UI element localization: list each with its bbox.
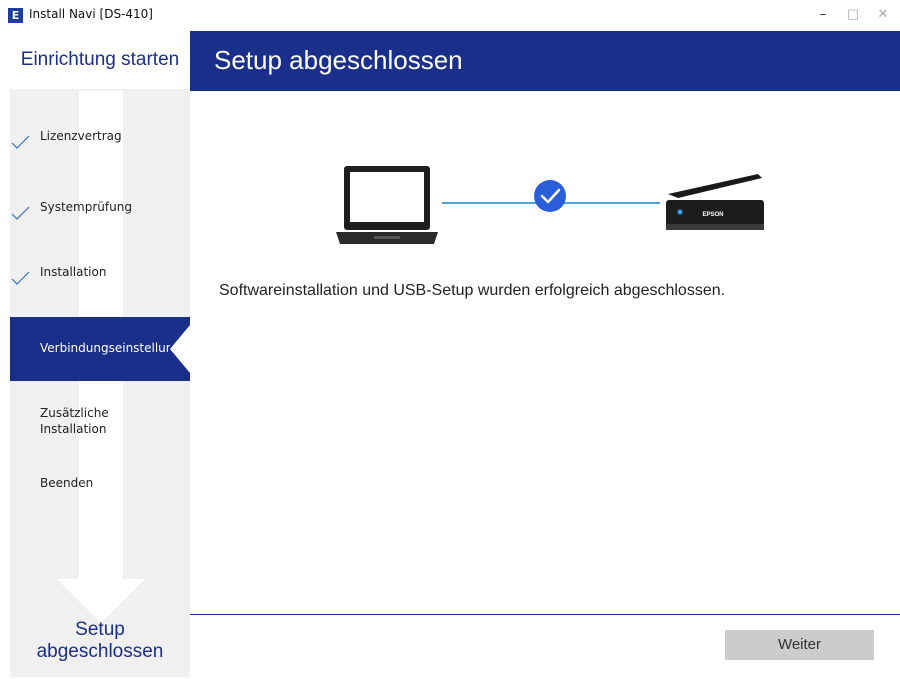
step-label: Systemprüfung bbox=[40, 200, 132, 214]
step-label-line2: Installation bbox=[40, 422, 107, 436]
minimize-button[interactable]: – bbox=[808, 2, 838, 28]
active-step-pointer bbox=[170, 325, 190, 373]
footer-divider bbox=[190, 614, 900, 615]
success-check-icon bbox=[534, 180, 566, 212]
sidebar-footer: Setup abgeschlossen bbox=[10, 619, 190, 663]
checkmark-icon bbox=[11, 135, 30, 149]
scanner-brand-label: EPSON bbox=[702, 212, 723, 218]
checkmark-icon bbox=[11, 206, 30, 220]
step-label: Installation bbox=[40, 265, 107, 279]
completion-message: Softwareinstallation und USB-Setup wurde… bbox=[219, 282, 726, 299]
step-label-line1: Zusätzliche bbox=[40, 406, 109, 420]
progress-arrow-icon bbox=[57, 579, 145, 623]
next-button[interactable]: Weiter bbox=[725, 630, 874, 660]
step-verbindungseinstellung: Verbindungseinstellung bbox=[10, 317, 190, 381]
close-button[interactable]: ✕ bbox=[868, 2, 898, 28]
page-header: Setup abgeschlossen bbox=[190, 31, 900, 91]
sidebar-header: Einrichtung starten bbox=[10, 31, 190, 89]
steps-sidebar: Einrichtung starten Lizenzvertrag System… bbox=[10, 31, 190, 677]
scanner-icon: EPSON bbox=[666, 174, 764, 230]
step-label: Lizenzvertrag bbox=[40, 129, 122, 143]
footer-line-2: abgeschlossen bbox=[36, 641, 164, 662]
laptop-icon bbox=[336, 166, 438, 244]
step-label: Verbindungseinstellung bbox=[40, 341, 170, 355]
step-label: Beenden bbox=[40, 476, 94, 490]
window-title: Install Navi [DS-410] bbox=[29, 7, 153, 21]
maximize-button[interactable]: □ bbox=[838, 2, 868, 28]
title-bar: E Install Navi [DS-410] – □ ✕ bbox=[0, 0, 900, 30]
page-title: Setup abgeschlossen bbox=[214, 45, 463, 75]
footer-line-1: Setup bbox=[75, 619, 125, 640]
app-icon: E bbox=[8, 8, 23, 23]
checkmark-icon bbox=[11, 271, 30, 285]
connection-illustration: EPSON bbox=[336, 166, 764, 244]
